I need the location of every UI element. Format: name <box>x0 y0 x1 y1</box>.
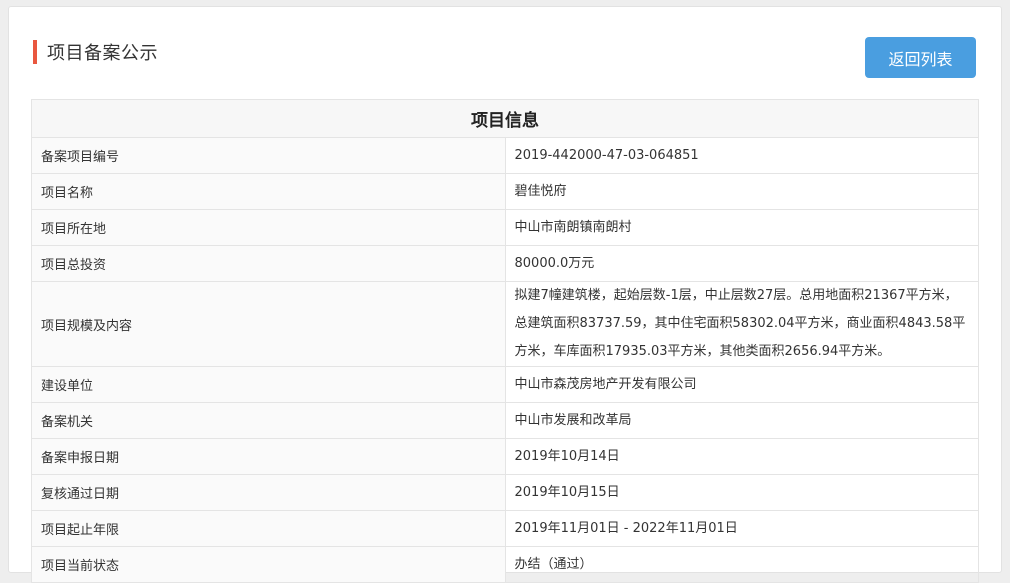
table-header-row: 项目信息 <box>31 99 979 138</box>
row-label: 备案项目编号 <box>31 137 506 174</box>
row-value: 中山市南朗镇南朗村 <box>504 209 979 246</box>
row-value: 办结（通过） <box>504 546 979 583</box>
table-header: 项目信息 <box>31 99 979 138</box>
table-row: 项目起止年限 2019年11月01日 - 2022年11月01日 <box>31 510 979 547</box>
row-value: 2019年11月01日 - 2022年11月01日 <box>504 510 979 547</box>
row-label: 项目名称 <box>31 173 506 210</box>
table-row: 建设单位 中山市森茂房地产开发有限公司 <box>31 366 979 403</box>
table-row: 项目当前状态 办结（通过） <box>31 546 979 583</box>
row-value: 2019年10月14日 <box>504 438 979 475</box>
table-row: 备案项目编号 2019-442000-47-03-064851 <box>31 137 979 174</box>
table-row: 项目总投资 80000.0万元 <box>31 245 979 282</box>
table-row: 备案申报日期 2019年10月14日 <box>31 438 979 475</box>
row-label: 项目当前状态 <box>31 546 506 583</box>
project-info-table: 项目信息 备案项目编号 2019-442000-47-03-064851 项目名… <box>31 99 979 583</box>
row-label: 项目所在地 <box>31 209 506 246</box>
row-value: 80000.0万元 <box>504 245 979 282</box>
row-value: 2019年10月15日 <box>504 474 979 511</box>
page-heading: 项目备案公示 <box>33 37 158 67</box>
page-title: 项目备案公示 <box>47 43 158 64</box>
row-label: 项目起止年限 <box>31 510 506 547</box>
table-row: 备案机关 中山市发展和改革局 <box>31 402 979 439</box>
row-value: 碧佳悦府 <box>504 173 979 210</box>
row-value: 中山市发展和改革局 <box>504 402 979 439</box>
content-card: 项目备案公示 返回列表 项目信息 备案项目编号 2019-442000-47-0… <box>8 6 1002 583</box>
table-row: 项目所在地 中山市南朗镇南朗村 <box>31 209 979 246</box>
row-label: 建设单位 <box>31 366 506 403</box>
table-row: 复核通过日期 2019年10月15日 <box>31 474 979 511</box>
row-value: 拟建7幢建筑楼，起始层数-1层，中止层数27层。总用地面积21367平方米，总建… <box>504 281 979 367</box>
row-value: 2019-442000-47-03-064851 <box>504 137 979 174</box>
table-row: 项目规模及内容 拟建7幢建筑楼，起始层数-1层，中止层数27层。总用地面积213… <box>31 281 979 367</box>
title-accent-bar <box>33 40 37 64</box>
row-label: 备案机关 <box>31 402 506 439</box>
row-label: 项目总投资 <box>31 245 506 282</box>
row-label: 备案申报日期 <box>31 438 506 475</box>
row-label: 复核通过日期 <box>31 474 506 511</box>
back-to-list-button[interactable]: 返回列表 <box>865 37 976 78</box>
table-row: 项目名称 碧佳悦府 <box>31 173 979 210</box>
row-value: 中山市森茂房地产开发有限公司 <box>504 366 979 403</box>
row-label: 项目规模及内容 <box>31 281 506 367</box>
